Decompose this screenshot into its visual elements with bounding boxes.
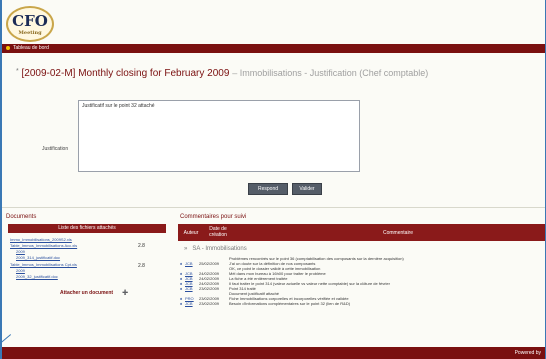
doc-link[interactable]: Table_Immos_Immobilisations Acc.xls: [10, 243, 77, 248]
doc-link[interactable]: 2009_314_justificatif.doc: [16, 255, 60, 260]
validate-button[interactable]: Valider: [292, 183, 322, 195]
documents-title: Documents: [6, 214, 37, 220]
documents-table-header: Liste des fichiers attachés: [8, 224, 166, 233]
collapse-icon[interactable]: »: [184, 246, 187, 252]
comment-group[interactable]: » SA - Immobilisations: [184, 246, 247, 252]
doc-size: 2.8: [138, 263, 145, 269]
col-author: Auteur: [183, 230, 199, 236]
comment-row: ♠ JCB 23/02/2009 Besoin d'informations comp…: [180, 301, 351, 306]
doc-size: 2.8: [138, 243, 145, 249]
attach-document-link[interactable]: Attacher un document: [60, 290, 113, 296]
nav-bullet-icon: [6, 45, 10, 50]
powered-by-label: Powered by: [514, 350, 541, 356]
comments-title: Commentaires pour suivi: [180, 214, 247, 220]
task-step: – Immobilisations - Justification (Chef …: [232, 68, 429, 78]
cfo-logo: CFO Meeting: [6, 6, 54, 42]
respond-button[interactable]: Respond: [248, 183, 288, 195]
footer-bar: Powered by: [2, 347, 545, 359]
nav-bar: Tableau de bord: [2, 44, 545, 53]
nav-dashboard-link[interactable]: Tableau de bord: [13, 45, 49, 51]
comments-table-header: Auteur Date de création Commentaire: [178, 224, 545, 241]
col-comment: Commentaire: [382, 230, 413, 236]
divider: [2, 207, 545, 208]
doc-link[interactable]: 2009_32_justificatif.doc: [16, 274, 58, 279]
paperclip-icon[interactable]: ➕: [122, 290, 128, 296]
app-window: CFO Meeting Tableau de bord * [2009-02-M…: [2, 0, 545, 359]
doc-link[interactable]: 2009: [16, 268, 25, 273]
doc-link[interactable]: 2009: [16, 249, 25, 254]
task-name: [2009-02-M] Monthly closing for February…: [21, 68, 230, 79]
star-icon: *: [16, 68, 19, 75]
doc-link[interactable]: Table_Immos_Immobilisations Cpt.xls: [10, 262, 77, 267]
doc-link[interactable]: Immo_Immobilisations_2009S2.xls: [10, 237, 72, 242]
task-title: * [2009-02-M] Monthly closing for Februa…: [16, 68, 428, 79]
col-date: Date de création: [209, 226, 227, 238]
justification-textarea[interactable]: Justificatif sur le point 32 attaché: [78, 100, 360, 172]
justification-label: Justification: [42, 146, 69, 152]
